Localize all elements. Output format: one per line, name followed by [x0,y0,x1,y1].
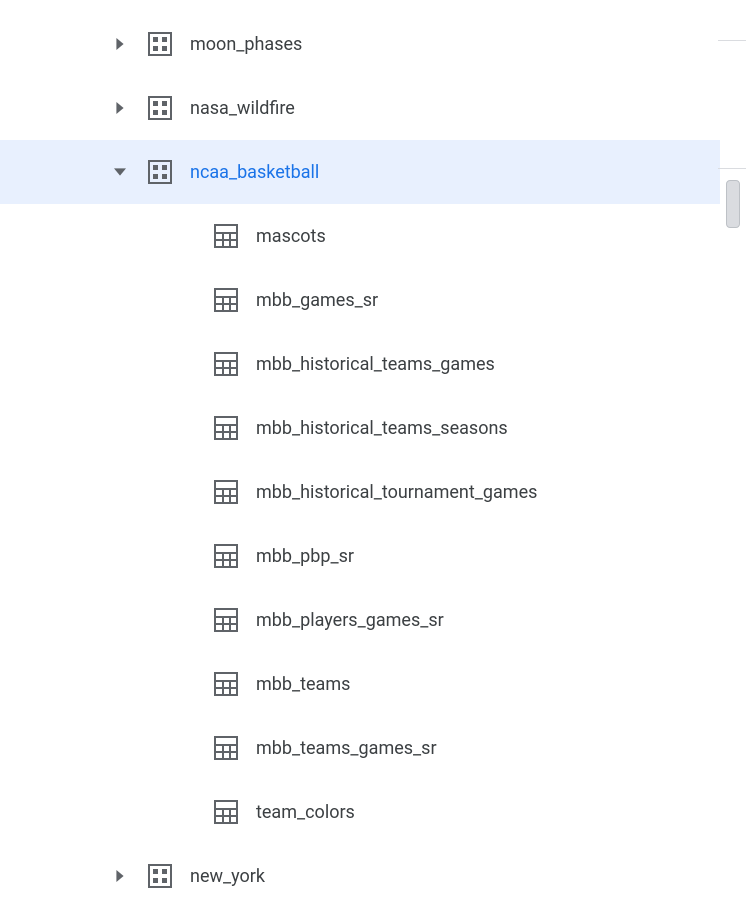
divider [718,168,746,169]
divider [718,40,746,41]
dataset-icon [140,24,180,64]
table-icon [206,216,246,256]
expand-arrow-icon[interactable] [100,88,140,128]
collapse-arrow-icon[interactable] [100,152,140,192]
dataset-label: nasa_wildfire [190,98,295,119]
table-row-mbb-players-games-sr[interactable]: mbb_players_games_sr [0,588,720,652]
dataset-tree-panel: moon_phases nasa_wildfire ncaa_basketbal… [0,0,720,898]
dataset-icon [140,152,180,192]
expand-arrow-icon[interactable] [100,24,140,64]
table-row-mbb-teams-games-sr[interactable]: mbb_teams_games_sr [0,716,720,780]
dataset-icon [140,856,180,896]
table-label: mbb_historical_tournament_games [256,482,537,503]
dataset-row-new-york[interactable]: new_york [0,844,720,898]
table-label: mbb_games_sr [256,290,378,311]
table-label: mbb_historical_teams_seasons [256,418,508,439]
dataset-row-ncaa-basketball[interactable]: ncaa_basketball [0,140,720,204]
table-row-mbb-historical-teams-seasons[interactable]: mbb_historical_teams_seasons [0,396,720,460]
dataset-row-nasa-wildfire[interactable]: nasa_wildfire [0,76,720,140]
table-label: mbb_historical_teams_games [256,354,495,375]
table-row-mbb-teams[interactable]: mbb_teams [0,652,720,716]
table-label: mbb_players_games_sr [256,610,444,631]
table-icon [206,664,246,704]
table-icon [206,472,246,512]
dataset-label: ncaa_basketball [190,162,319,183]
dataset-icon [140,88,180,128]
dataset-label: moon_phases [190,34,302,55]
table-row-mascots[interactable]: mascots [0,204,720,268]
table-row-mbb-games-sr[interactable]: mbb_games_sr [0,268,720,332]
table-label: mbb_pbp_sr [256,546,354,567]
table-row-mbb-pbp-sr[interactable]: mbb_pbp_sr [0,524,720,588]
table-icon [206,792,246,832]
scrollbar-thumb[interactable] [726,180,740,228]
table-row-mbb-historical-teams-games[interactable]: mbb_historical_teams_games [0,332,720,396]
table-label: team_colors [256,802,355,823]
table-icon [206,728,246,768]
table-icon [206,600,246,640]
table-icon [206,344,246,384]
table-label: mascots [256,226,326,247]
table-row-team-colors[interactable]: team_colors [0,780,720,844]
table-label: mbb_teams [256,674,350,695]
table-icon [206,536,246,576]
dataset-label: new_york [190,866,265,887]
expand-arrow-icon[interactable] [100,856,140,896]
dataset-row-moon-phases[interactable]: moon_phases [0,12,720,76]
table-label: mbb_teams_games_sr [256,738,437,759]
table-row-mbb-historical-tournament-games[interactable]: mbb_historical_tournament_games [0,460,720,524]
table-icon [206,280,246,320]
scrollbar-track[interactable] [726,0,740,898]
table-icon [206,408,246,448]
